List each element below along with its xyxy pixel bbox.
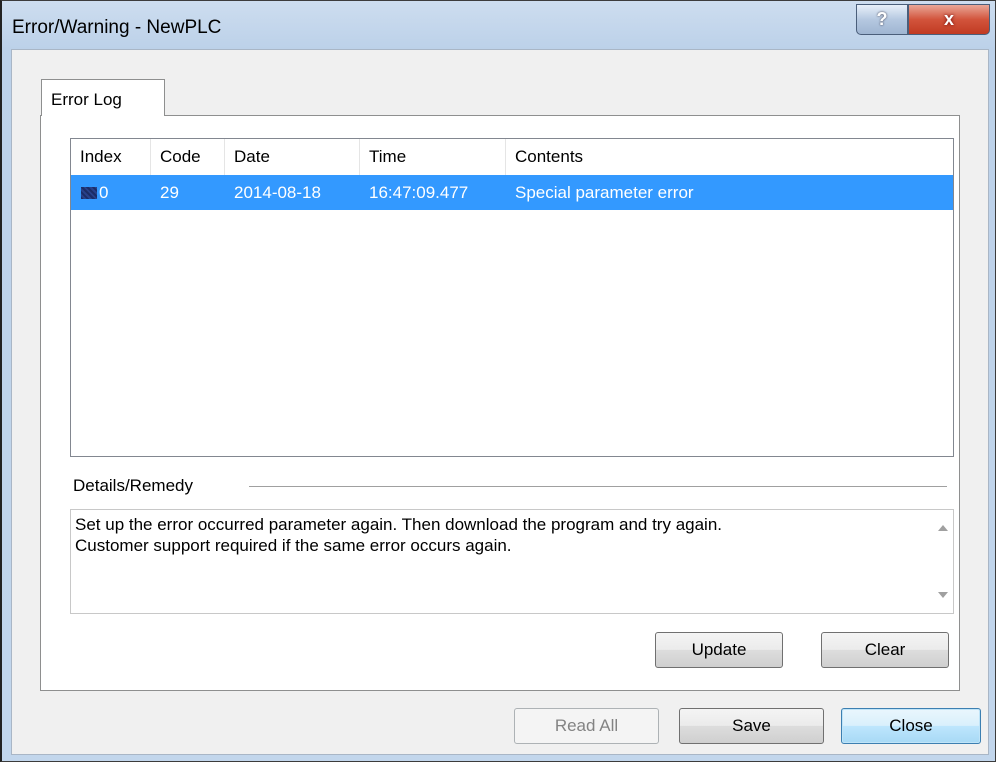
- details-remedy-label: Details/Remedy: [73, 476, 203, 496]
- help-button[interactable]: ?: [856, 4, 908, 35]
- column-header-time[interactable]: Time: [360, 139, 506, 175]
- column-header-contents[interactable]: Contents: [506, 139, 953, 175]
- cell-index: 0: [99, 183, 109, 202]
- table-row[interactable]: 0 29 2014-08-18 16:47:09.477 Special par…: [71, 175, 953, 210]
- list-header: Index Code Date Time Contents: [71, 139, 953, 175]
- column-header-index[interactable]: Index: [71, 139, 151, 175]
- cell-code: 29: [160, 183, 179, 202]
- error-warning-dialog: Error/Warning - NewPLC ? x Error Log Ind…: [0, 0, 996, 762]
- column-header-date[interactable]: Date: [225, 139, 360, 175]
- close-icon: x: [943, 9, 954, 29]
- read-all-button[interactable]: Read All: [514, 708, 659, 744]
- details-separator: [249, 486, 947, 487]
- details-line-1: Set up the error occurred parameter agai…: [75, 515, 723, 534]
- window-title: Error/Warning - NewPLC: [12, 17, 222, 38]
- cell-time: 16:47:09.477: [369, 183, 469, 202]
- help-icon: ?: [876, 9, 888, 29]
- cell-contents: Special parameter error: [515, 183, 694, 202]
- clear-button[interactable]: Clear: [821, 632, 949, 668]
- cell-date: 2014-08-18: [234, 183, 321, 202]
- title-bar[interactable]: Error/Warning - NewPLC ? x: [2, 1, 995, 49]
- details-scrollbar[interactable]: [933, 510, 953, 613]
- error-log-panel: Index Code Date Time Contents 0 29 2014-…: [40, 115, 960, 691]
- error-list[interactable]: Index Code Date Time Contents 0 29 2014-…: [70, 138, 954, 457]
- scroll-down-icon[interactable]: [938, 592, 948, 598]
- close-button[interactable]: Close: [841, 708, 981, 744]
- column-header-code[interactable]: Code: [151, 139, 225, 175]
- window-close-button[interactable]: x: [908, 4, 990, 35]
- details-textbox[interactable]: Set up the error occurred parameter agai…: [70, 509, 954, 614]
- update-button[interactable]: Update: [655, 632, 783, 668]
- details-text: Set up the error occurred parameter agai…: [75, 514, 923, 556]
- details-line-2: Customer support required if the same er…: [75, 536, 512, 555]
- dialog-client-area: Error Log Index Code Date Time Contents …: [11, 49, 989, 755]
- scroll-up-icon[interactable]: [938, 525, 948, 531]
- tab-error-log[interactable]: Error Log: [41, 79, 165, 116]
- save-button[interactable]: Save: [679, 708, 824, 744]
